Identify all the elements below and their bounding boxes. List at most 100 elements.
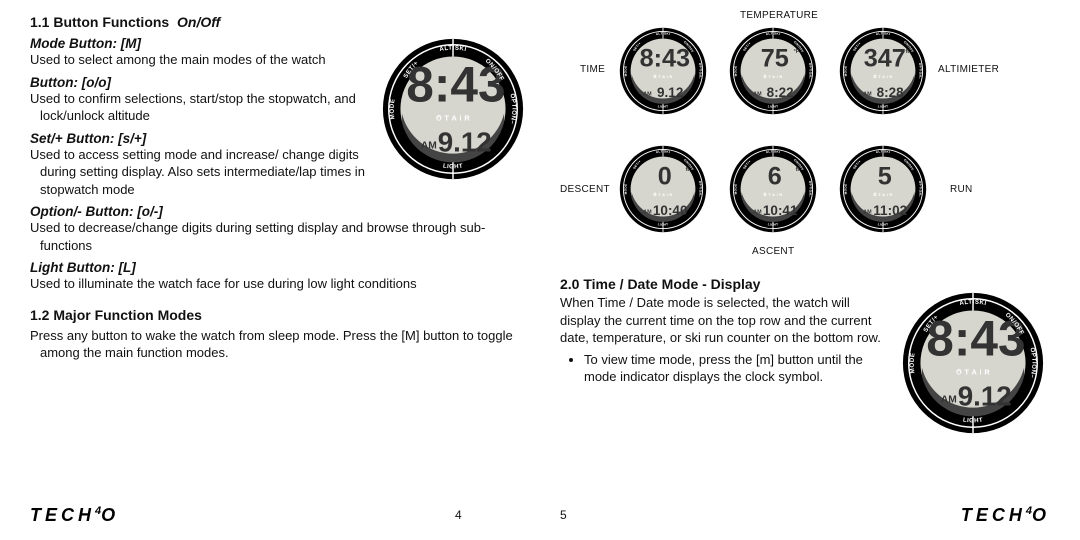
section-1-2-text: Press any button to wake the watch from … — [30, 327, 520, 362]
page-number-right: 5 — [560, 508, 567, 522]
section-2-0-bullet-1: To view time mode, press the [m] button … — [584, 351, 890, 386]
svg-text:ALTISKI: ALTISKI — [766, 31, 781, 36]
label-temperature: TEMPERATURE — [740, 10, 818, 21]
svg-text:AM: AM — [643, 209, 652, 215]
svg-text:ft: ft — [906, 49, 910, 55]
svg-text:ALTISKI: ALTISKI — [876, 149, 891, 154]
svg-text:MODE: MODE — [623, 65, 627, 76]
svg-text:AM: AM — [753, 91, 762, 97]
svg-text:⏱ T A i R: ⏱ T A i R — [873, 74, 892, 79]
svg-text:MODE: MODE — [389, 98, 397, 120]
svg-text:9.12: 9.12 — [657, 85, 683, 100]
page-left: 1.1 Button Functions On/Off Mode Button:… — [30, 14, 520, 528]
svg-text:MODE: MODE — [909, 352, 917, 374]
section-1-1: 1.1 Button Functions On/Off Mode Button:… — [30, 14, 370, 198]
brand-text-2: O — [101, 505, 119, 525]
grid-watch-ascent: ⏱ T A i R 6 ft AM 10:41 ALTISKI LIGHT MO… — [728, 144, 818, 234]
svg-text:LIGHT: LIGHT — [442, 163, 463, 171]
grid-watch-temperature: ⏱ T A i R 75 °F AM 8:22 ALTISKI LIGHT MO… — [728, 26, 818, 116]
svg-text:0: 0 — [658, 163, 672, 191]
heading-1-1-onoff: On/Off — [177, 14, 220, 30]
brand-logo-left: TECH4O — [30, 505, 119, 526]
page-right: TEMPERATURE TIME ALTIMIETER DESCENT RUN … — [560, 14, 1050, 528]
svg-text:LIGHT: LIGHT — [657, 222, 668, 226]
svg-text:⏱ T A i R: ⏱ T A i R — [763, 74, 782, 79]
svg-text:⏱ T A i R: ⏱ T A i R — [653, 74, 672, 79]
svg-text:LIGHT: LIGHT — [962, 417, 983, 425]
svg-text:10:40: 10:40 — [653, 203, 688, 218]
svg-text:⏱ T A i R: ⏱ T A i R — [653, 192, 672, 197]
watch-illustration-right: ⏱ T A i R 8:43 AM 9.12 ALTISKI LIGHT MOD… — [900, 290, 1046, 436]
svg-text:9.12: 9.12 — [438, 126, 492, 157]
svg-text:10:41: 10:41 — [763, 203, 798, 218]
svg-text:LIGHT: LIGHT — [877, 222, 888, 226]
svg-text:5: 5 — [878, 163, 892, 191]
svg-text:MODE: MODE — [733, 65, 737, 76]
oo-button-text: Used to confirm selections, start/stop t… — [30, 90, 370, 125]
svg-text:9.12: 9.12 — [958, 380, 1012, 411]
svg-text:6: 6 — [768, 163, 782, 191]
set-button-text: Used to access setting mode and increase… — [30, 146, 370, 199]
svg-text:ALTISKI: ALTISKI — [656, 31, 671, 36]
section-2-0-text: When Time / Date mode is selected, the w… — [560, 294, 890, 347]
svg-text:MODE: MODE — [843, 65, 847, 76]
option-block: Option/- Button: [o/-] Used to decrease/… — [30, 204, 520, 254]
svg-text:AM: AM — [643, 91, 652, 97]
svg-text:MODE: MODE — [733, 183, 737, 194]
grid-watch-altimeter: ⏱ T A i R 347 ft AM 8:28 ALTISKI LIGHT M… — [838, 26, 928, 116]
svg-text:347: 347 — [864, 45, 906, 73]
watch-grid: TEMPERATURE TIME ALTIMIETER DESCENT RUN … — [560, 14, 1050, 274]
svg-text:⏱ T A i R: ⏱ T A i R — [763, 192, 782, 197]
grid-watch-descent: ⏱ T A i R 0 ft AM 10:40 ALTISKI LIGHT MO… — [618, 144, 708, 234]
section-2-0-bullets: To view time mode, press the [m] button … — [560, 351, 890, 386]
heading-1-1: 1.1 Button Functions On/Off — [30, 14, 370, 30]
light-button-heading: Light Button: [L] — [30, 260, 520, 275]
svg-text:AM: AM — [753, 209, 762, 215]
svg-text:MODE: MODE — [623, 183, 627, 194]
mode-button-heading: Mode Button: [M] — [30, 36, 370, 51]
heading-1-2: 1.2 Major Function Modes — [30, 307, 520, 323]
svg-text:ALTISKI: ALTISKI — [656, 149, 671, 154]
grid-watch-time: ⏱ T A i R 8:43 AM 9.12 ALTISKI LIGHT MOD… — [618, 26, 708, 116]
svg-text:11:02: 11:02 — [873, 203, 907, 218]
label-descent: DESCENT — [560, 184, 610, 195]
svg-text:MODE: MODE — [843, 183, 847, 194]
oo-button-heading: Button: [o/o] — [30, 75, 370, 90]
svg-text:ft: ft — [796, 167, 800, 173]
option-button-heading: Option/- Button: [o/-] — [30, 204, 520, 219]
set-button-heading: Set/+ Button: [s/+] — [30, 131, 370, 146]
svg-text:LIGHT: LIGHT — [877, 104, 888, 108]
svg-text:LIGHT: LIGHT — [767, 104, 778, 108]
svg-text:ALTISKI: ALTISKI — [876, 31, 891, 36]
svg-text:8:22: 8:22 — [767, 85, 794, 100]
svg-text:⏱ T A i R: ⏱ T A i R — [436, 114, 471, 123]
heading-1-1-text: 1.1 Button Functions — [30, 14, 169, 30]
svg-text:75: 75 — [761, 45, 789, 73]
label-run: RUN — [950, 184, 973, 195]
svg-text:AM: AM — [863, 91, 872, 97]
label-ascent: ASCENT — [752, 246, 794, 257]
light-button-text: Used to illuminate the watch face for us… — [30, 275, 520, 293]
section-1-2: 1.2 Major Function Modes Press any butto… — [30, 307, 520, 362]
grid-watch-run: ⏱ T A i R 5 AM 11:02 ALTISKI LIGHT MODE … — [838, 144, 928, 234]
svg-text:ALTISKI: ALTISKI — [766, 149, 781, 154]
brand-text-2-r: O — [1032, 505, 1050, 525]
label-altimeter: ALTIMIETER — [938, 64, 999, 75]
svg-text:ft: ft — [686, 167, 690, 173]
light-block: Light Button: [L] Used to illuminate the… — [30, 260, 520, 293]
svg-text:8:43: 8:43 — [640, 45, 690, 73]
brand-text-1: TECH — [30, 505, 95, 525]
svg-text:°F: °F — [794, 49, 800, 55]
brand-text-1-r: TECH — [961, 505, 1026, 525]
svg-text:AM: AM — [941, 394, 957, 405]
label-time: TIME — [580, 64, 605, 75]
svg-text:⏱ T A i R: ⏱ T A i R — [873, 192, 892, 197]
page-number-left: 4 — [455, 508, 462, 522]
option-button-text: Used to decrease/change digits during se… — [30, 219, 520, 254]
mode-button-text: Used to select among the main modes of t… — [30, 51, 370, 69]
brand-logo-right: TECH4O — [961, 505, 1050, 526]
svg-text:8:28: 8:28 — [877, 85, 905, 100]
svg-text:AM: AM — [421, 140, 437, 151]
watch-illustration-left: ⏱ T A i R 8:43 AM 9.12 ALTISKI LIGHT MOD… — [380, 36, 526, 182]
svg-text:⏱ T A i R: ⏱ T A i R — [956, 368, 991, 377]
